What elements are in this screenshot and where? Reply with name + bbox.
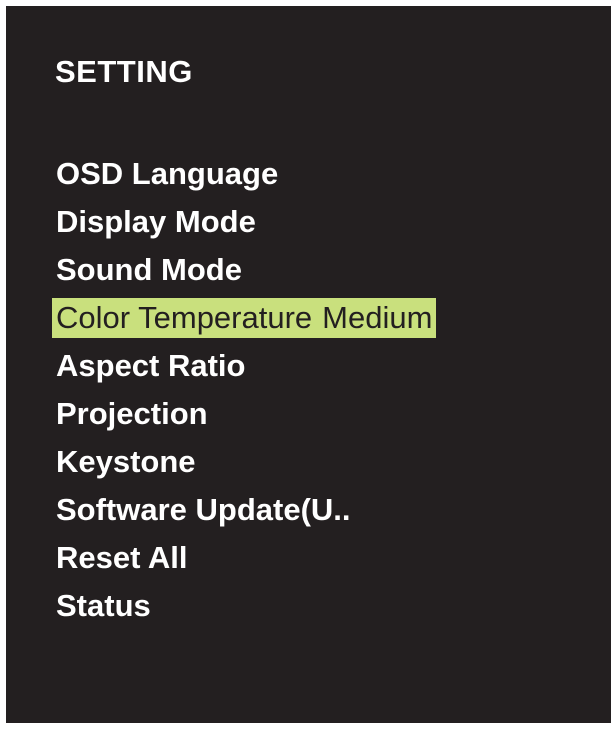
menu-item-osd-language[interactable]: OSD Language — [52, 150, 436, 198]
menu-item-software-update[interactable]: Software Update(U.. — [52, 486, 436, 534]
menu-item-color-temperature[interactable]: Color Temperature Medium — [52, 298, 437, 338]
settings-menu-list: OSD Language Display Mode Sound Mode Col… — [52, 150, 437, 630]
menu-item-aspect-ratio[interactable]: Aspect Ratio — [52, 342, 436, 390]
menu-item-status[interactable]: Status — [52, 582, 436, 630]
menu-item-row-color-temperature: Color Temperature Medium — [52, 294, 437, 342]
osd-settings-panel: SETTING OSD Language Display Mode Sound … — [6, 6, 611, 723]
menu-item-display-mode[interactable]: Display Mode — [52, 198, 436, 246]
color-temperature-value: Medium — [322, 300, 433, 335]
menu-item-reset-all[interactable]: Reset All — [52, 534, 436, 582]
color-temperature-label: Color Temperature — [56, 300, 313, 335]
menu-item-projection[interactable]: Projection — [52, 390, 436, 438]
menu-title: SETTING — [55, 54, 193, 89]
menu-item-keystone[interactable]: Keystone — [52, 438, 436, 486]
menu-item-sound-mode[interactable]: Sound Mode — [52, 246, 436, 294]
